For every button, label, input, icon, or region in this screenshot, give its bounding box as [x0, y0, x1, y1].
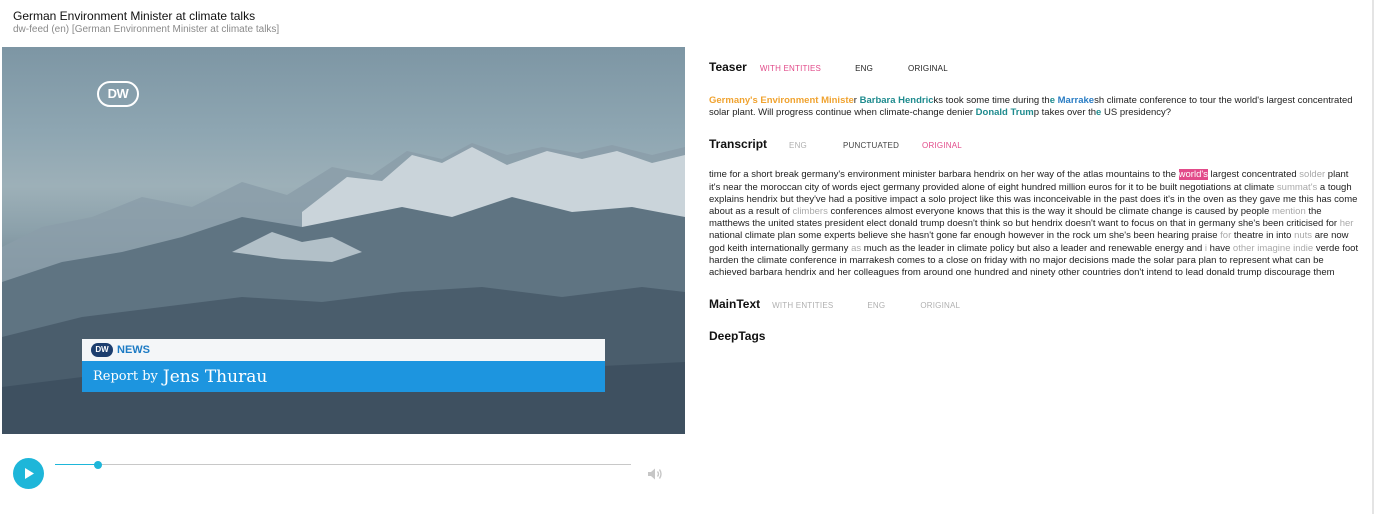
lower-third-top: DW NEWS — [82, 339, 605, 361]
transcript-text-segment: climbers — [792, 206, 828, 218]
seek-bar[interactable] — [55, 461, 631, 469]
transcript-text-segment: world's — [1178, 169, 1208, 181]
transcript-text-segment: her — [1339, 218, 1354, 230]
maintext-header: MainText WITH ENTITIES ENG ORIGINAL — [709, 297, 1361, 311]
tab-transcript-original[interactable]: ORIGINAL — [922, 141, 962, 150]
tab-transcript-punctuated[interactable]: PUNCTUATED — [843, 141, 899, 150]
dw-badge: DW — [91, 343, 113, 357]
transcript-text-segment: other — [1232, 242, 1255, 254]
teaser-text-segment: Marrake — [1057, 95, 1095, 106]
tab-transcript-eng[interactable]: ENG — [789, 141, 807, 150]
media-player — [13, 458, 673, 490]
news-label: NEWS — [117, 344, 150, 356]
lower-third-bottom: Report by Jens Thurau — [82, 361, 605, 392]
info-panel: Teaser WITH ENTITIES ENG ORIGINAL German… — [709, 60, 1361, 343]
deeptags-title: DeepTags — [709, 329, 766, 344]
transcript-text-segment: as — [851, 242, 862, 254]
video-frame[interactable]: DW DW NEWS Report by Jens Thurau — [2, 47, 685, 434]
teaser-title: Teaser — [709, 60, 747, 74]
page-header: German Environment Minister at climate t… — [13, 9, 279, 35]
lower-third: DW NEWS Report by Jens Thurau — [82, 339, 605, 392]
transcript-text-segment: mention — [1271, 206, 1306, 218]
transcript-header: Transcript ENG PUNCTUATED ORIGINAL — [709, 137, 1361, 151]
transcript-text-segment: nuts — [1294, 230, 1313, 242]
transcript-text-segment: theatre in into — [1231, 230, 1295, 242]
report-by-label: Report by — [93, 369, 158, 384]
teaser-text-segment: US presidency? — [1103, 107, 1172, 119]
tab-teaser-with-entities[interactable]: WITH ENTITIES — [760, 64, 821, 73]
play-icon — [24, 468, 34, 479]
transcript-text-segment: largest concentrated — [1207, 169, 1300, 181]
play-button[interactable] — [13, 458, 44, 489]
teaser-text-segment: e — [1096, 107, 1104, 119]
tab-maintext-eng[interactable]: ENG — [867, 301, 885, 310]
teaser-text: Germany's Environment Minister Barbara H… — [709, 95, 1361, 119]
dw-logo: DW — [97, 81, 139, 107]
tab-teaser-original[interactable]: ORIGINAL — [908, 64, 948, 73]
transcript-text-segment: have — [1207, 242, 1233, 254]
tab-maintext-original[interactable]: ORIGINAL — [920, 301, 960, 310]
teaser-header: Teaser WITH ENTITIES ENG ORIGINAL — [709, 60, 1361, 74]
seek-handle[interactable] — [94, 461, 103, 469]
teaser-text-segment: e — [1049, 95, 1058, 106]
transcript-text-segment: national climate plan some experts belie… — [709, 230, 1221, 242]
transcript-text-segment: imagine indie — [1257, 242, 1314, 254]
volume-icon — [648, 468, 662, 480]
teaser-text-segment: Germany's Environment Ministe — [709, 95, 854, 106]
transcript-text-segment: time for a short break germany's environ… — [709, 169, 1179, 181]
page-subtitle: dw-feed (en) [German Environment Ministe… — [13, 24, 280, 35]
teaser-text-segment: ks took some time during th — [933, 95, 1050, 106]
seek-progress — [55, 464, 99, 465]
volume-button[interactable] — [647, 467, 663, 486]
transcript-text-segment: much as the leader in climate policy but… — [861, 242, 1205, 254]
tab-maintext-with-entities[interactable]: WITH ENTITIES — [772, 301, 833, 310]
transcript-text-segment: for — [1220, 230, 1232, 242]
transcript-text-segment: summat's — [1276, 181, 1318, 193]
transcript-text: time for a short break germany's environ… — [709, 169, 1361, 279]
transcript-text-segment: conferences almost everyone knows that t… — [827, 206, 1272, 218]
page-title: German Environment Minister at climate t… — [13, 9, 256, 23]
deeptags-header: DeepTags — [709, 329, 1361, 343]
tab-teaser-eng[interactable]: ENG — [855, 64, 873, 73]
teaser-text-segment: p takes over th — [1033, 107, 1097, 119]
transcript-text-segment: solder — [1299, 169, 1326, 181]
maintext-title: MainText — [709, 297, 761, 312]
teaser-text-segment: Barbara Hendric — [859, 95, 934, 106]
reporter-name: Jens Thurau — [162, 366, 268, 387]
teaser-text-segment: Donald Trum — [975, 107, 1034, 119]
transcript-title: Transcript — [709, 137, 768, 152]
